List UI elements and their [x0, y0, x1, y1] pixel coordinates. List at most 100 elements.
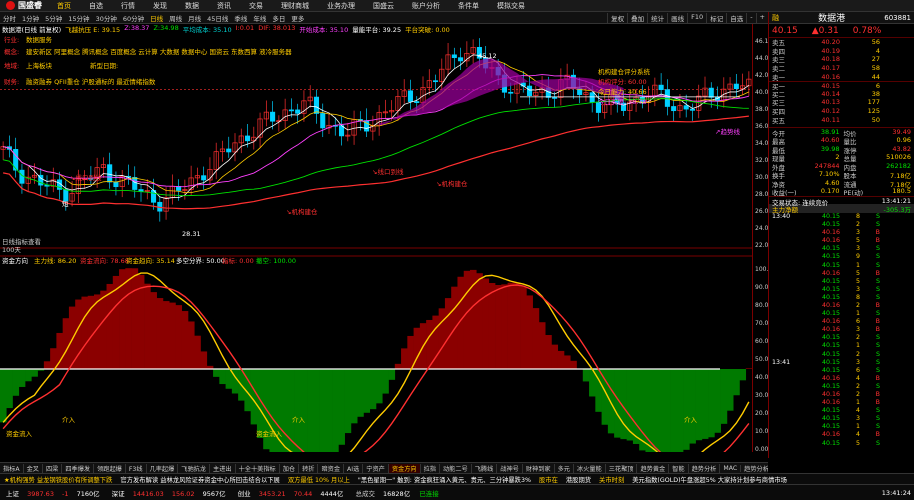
- menu-item-4[interactable]: 数据: [176, 1, 208, 11]
- indicator-tab-21[interactable]: 多元: [555, 463, 574, 473]
- indicator-tab-19[interactable]: 战神号: [497, 463, 523, 473]
- tick-direction: B: [875, 431, 880, 439]
- period-3[interactable]: 15分钟: [65, 13, 92, 23]
- toolbar-action-6[interactable]: 自选: [726, 12, 746, 23]
- zoom-out-button[interactable]: -: [746, 12, 755, 23]
- indicator-tab-14[interactable]: 宁资产: [363, 463, 389, 473]
- indicator-tab-1[interactable]: 金叉: [24, 463, 43, 473]
- news-item-5[interactable]: 港股期货: [562, 475, 595, 484]
- news-item-3[interactable]: "黑色星期一" 触到: 资金疯狂涌入黄元、贵元、三分钟暴跌3%: [354, 475, 535, 484]
- menu-item-9[interactable]: 国盛云: [364, 1, 403, 11]
- period-4[interactable]: 30分钟: [93, 13, 120, 23]
- indicator-tab-17[interactable]: 动能二号: [440, 463, 472, 473]
- period-12[interactable]: 多日: [269, 13, 288, 23]
- toolbar-action-1[interactable]: 叠加: [627, 12, 647, 23]
- order-book-row[interactable]: 买五 40.11 50: [769, 115, 914, 125]
- period-5[interactable]: 60分钟: [120, 13, 147, 23]
- indicator-tab-26[interactable]: 趋势分析: [689, 463, 721, 473]
- news-item-0[interactable]: ★机构强势 益龙钢铁股价有所调整下跌: [0, 475, 116, 484]
- indicator-tab-15[interactable]: 资金方向: [388, 463, 421, 473]
- tick-price: 40.15: [821, 212, 840, 220]
- indicator-bar: [720, 369, 728, 424]
- trading-time: 13:41:21: [881, 196, 911, 205]
- tick-row: 40.15 2 S: [769, 221, 914, 229]
- period-0[interactable]: 分时: [0, 13, 19, 23]
- menu-item-5[interactable]: 资讯: [208, 1, 240, 11]
- menu-item-12[interactable]: 模拟交易: [488, 1, 534, 11]
- indicator-tab-0[interactable]: 指标A: [0, 463, 24, 473]
- toolbar-action-5[interactable]: 标记: [706, 12, 726, 23]
- indicator-tab-5[interactable]: F3线: [126, 463, 147, 473]
- period-8[interactable]: 月线: [185, 13, 204, 23]
- toolbar-action-2[interactable]: 统计: [647, 12, 667, 23]
- indicator-tab-4[interactable]: 领跑起爆: [94, 463, 126, 473]
- news-item-6[interactable]: 关市时刻: [595, 475, 628, 484]
- menu-item-11[interactable]: 条件单: [449, 1, 488, 11]
- indicator-tab-28[interactable]: 趋势分析: [741, 464, 768, 473]
- indicator-tab-9[interactable]: 十全十美指标: [236, 463, 280, 473]
- indicator-tab-25[interactable]: 智能: [669, 463, 689, 473]
- tick-direction: S: [876, 366, 880, 374]
- indicator-tab-7[interactable]: 飞驰抗龙: [178, 463, 211, 473]
- index-item[interactable]: 深证 14416.03 156.02 9567亿: [106, 488, 232, 498]
- menu-item-6[interactable]: 交易: [240, 1, 272, 11]
- indicator-tab-11[interactable]: 转折: [299, 463, 319, 473]
- indicator-tab-10[interactable]: 加仓: [280, 463, 300, 473]
- indicator-tab-13[interactable]: AI选: [344, 463, 364, 473]
- indicator-bar: [169, 302, 176, 369]
- financial-label: 财务:: [4, 77, 19, 86]
- news-ticker[interactable]: ★机构强势 益龙钢铁股价有所调整下跌 官方发布解读 益林龙风险证券资金中心所回击结…: [0, 473, 914, 484]
- indicator-tab-6[interactable]: 几率起爆: [147, 463, 179, 473]
- tick-row: 40.15 3 S: [769, 286, 914, 294]
- news-item-4[interactable]: 股市在: [535, 475, 562, 484]
- ma9-value: 平台突破: 0.00: [405, 26, 450, 34]
- menu-item-1[interactable]: 自选: [80, 1, 112, 11]
- chart-area[interactable]: 行业: 数据服务 概念: 建安新区 阿里概念 腾讯概念 百度概念 云计算 大数据 数据…: [0, 24, 756, 486]
- toolbar-action-4[interactable]: F10: [687, 12, 706, 23]
- index-item[interactable]: 创业 3453.21 70.44 4444亿: [232, 488, 350, 498]
- indicator-tab-23[interactable]: 三花聚顶: [606, 463, 638, 473]
- indicator-tab-3[interactable]: 四季爆发: [62, 463, 95, 473]
- toolbar-action-0[interactable]: 复权: [607, 12, 627, 23]
- zoom-in-button[interactable]: +: [755, 12, 768, 23]
- tick-row: 40.15 2 S: [769, 383, 914, 391]
- indicator-tab-22[interactable]: 冰火量能: [574, 463, 606, 473]
- menu-item-0[interactable]: 首页: [48, 1, 80, 11]
- news-item-2[interactable]: 双方最低 10% 月以上: [284, 475, 354, 484]
- tick-price: 40.15: [821, 382, 840, 390]
- menu-item-3[interactable]: 发现: [144, 1, 176, 11]
- period-7[interactable]: 周线: [166, 13, 185, 23]
- indicator-tab-24[interactable]: 趋势黄金: [637, 463, 670, 473]
- tick-volume: 6: [855, 318, 860, 326]
- indicator-tab-18[interactable]: 飞腾线: [472, 463, 498, 473]
- news-item-1[interactable]: 官方发布解读 益林龙风险证券资金中心所回击结合以下展: [116, 475, 283, 484]
- kline-chart[interactable]: 行业: 数据服务概念: 建安新区 阿里概念 腾讯概念 百度概念 云计算 大数据 数据…: [0, 24, 756, 486]
- indicator-tab-12[interactable]: 暗资金: [318, 463, 345, 473]
- period-2[interactable]: 5分钟: [42, 13, 65, 23]
- period-13[interactable]: 更多: [288, 13, 307, 23]
- toolbar-action-3[interactable]: 画线: [667, 12, 687, 23]
- tick-list[interactable]: 13:40 40.15 8 S 40.15 2 S 40.16 3 B 40.16 5 B 40.15 3 S…: [769, 213, 914, 448]
- menu-item-2[interactable]: 行情: [112, 1, 144, 11]
- news-item-7[interactable]: 美元指数(GOLD)午盘涨超5% 大家持计划参与商情市场: [628, 475, 791, 484]
- order-book-row[interactable]: 卖一 40.16 44: [769, 72, 914, 82]
- period-10[interactable]: 季线: [231, 13, 250, 23]
- candle-body: [552, 97, 558, 99]
- menu-item-7[interactable]: 理财商城: [272, 1, 318, 11]
- menu-item-8[interactable]: 业务办理: [318, 1, 364, 11]
- index-item[interactable]: 上证 3987.63 -1 7160亿: [0, 488, 106, 498]
- tick-volume: 5: [855, 439, 860, 447]
- period-1[interactable]: 1分钟: [19, 13, 42, 23]
- indicator-tab-20[interactable]: 财神到家: [523, 463, 555, 473]
- indicator-tab-8[interactable]: 主进出: [210, 463, 236, 473]
- menu-item-10[interactable]: 账户分析: [403, 1, 449, 11]
- stat-label: 现量: [772, 155, 785, 164]
- indicator-tab-27[interactable]: MAC: [720, 464, 742, 472]
- period-9[interactable]: 45日线: [204, 13, 231, 23]
- candle-body: [226, 148, 232, 153]
- stat-value: 0.96: [896, 136, 911, 145]
- period-6[interactable]: 日线: [147, 13, 166, 23]
- indicator-tab-16[interactable]: 拉指: [421, 463, 440, 473]
- indicator-tab-2[interactable]: 四梁: [43, 463, 63, 473]
- period-11[interactable]: 年线: [250, 13, 269, 23]
